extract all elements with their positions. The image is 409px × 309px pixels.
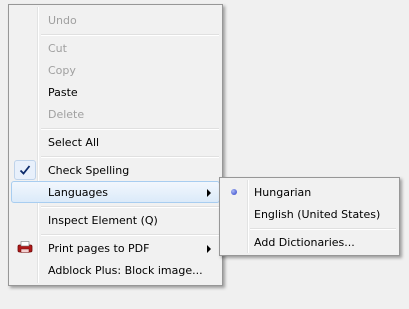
submenu-arrow-icon <box>207 189 211 197</box>
languages-submenu: Hungarian English (United States) Add Di… <box>219 177 400 256</box>
menu-item-label: Adblock Plus: Block image... <box>48 264 203 277</box>
menu-item-check-spelling[interactable]: Check Spelling <box>11 159 220 181</box>
menu-item-cut[interactable]: Cut <box>11 37 220 59</box>
menu-item-inspect-element[interactable]: Inspect Element (Q) <box>11 209 220 231</box>
menu-separator <box>41 234 219 235</box>
menu-item-label: Delete <box>48 108 85 121</box>
add-dictionaries-item[interactable]: Add Dictionaries... <box>222 231 397 253</box>
menu-separator <box>41 128 219 129</box>
menu-separator <box>41 34 219 35</box>
context-menu: Undo Cut Copy Paste Delete Select All Ch… <box>8 4 223 286</box>
menu-item-undo[interactable]: Undo <box>11 9 220 31</box>
menu-item-languages[interactable]: Languages <box>11 181 220 203</box>
menu-separator <box>41 206 219 207</box>
menu-item-label: Hungarian <box>254 186 312 199</box>
menu-item-label: English (United States) <box>254 208 381 221</box>
menu-item-paste[interactable]: Paste <box>11 81 220 103</box>
radio-selected-icon <box>231 189 237 195</box>
menu-separator <box>250 228 396 229</box>
menu-item-print-pdf[interactable]: Print pages to PDF <box>11 237 220 259</box>
menu-separator <box>41 156 219 157</box>
pdf-printer-icon <box>17 240 33 257</box>
menu-item-adblock-block-image[interactable]: Adblock Plus: Block image... <box>11 259 220 281</box>
menu-item-label: Check Spelling <box>48 164 130 177</box>
menu-item-label: Inspect Element (Q) <box>48 214 158 227</box>
submenu-arrow-icon <box>207 245 211 253</box>
checkmark-icon <box>14 160 36 180</box>
menu-item-copy[interactable]: Copy <box>11 59 220 81</box>
menu-item-delete[interactable]: Delete <box>11 103 220 125</box>
menu-item-label: Cut <box>48 42 67 55</box>
menu-item-label: Undo <box>48 14 77 27</box>
language-item-hungarian[interactable]: Hungarian <box>222 181 397 203</box>
menu-item-label: Copy <box>48 64 76 77</box>
menu-item-label: Select All <box>48 136 100 149</box>
menu-item-label: Languages <box>48 186 109 199</box>
language-item-english-us[interactable]: English (United States) <box>222 203 397 225</box>
menu-item-label: Add Dictionaries... <box>254 236 355 249</box>
menu-item-select-all[interactable]: Select All <box>11 131 220 153</box>
menu-item-label: Paste <box>48 86 78 99</box>
menu-item-label: Print pages to PDF <box>48 242 150 255</box>
